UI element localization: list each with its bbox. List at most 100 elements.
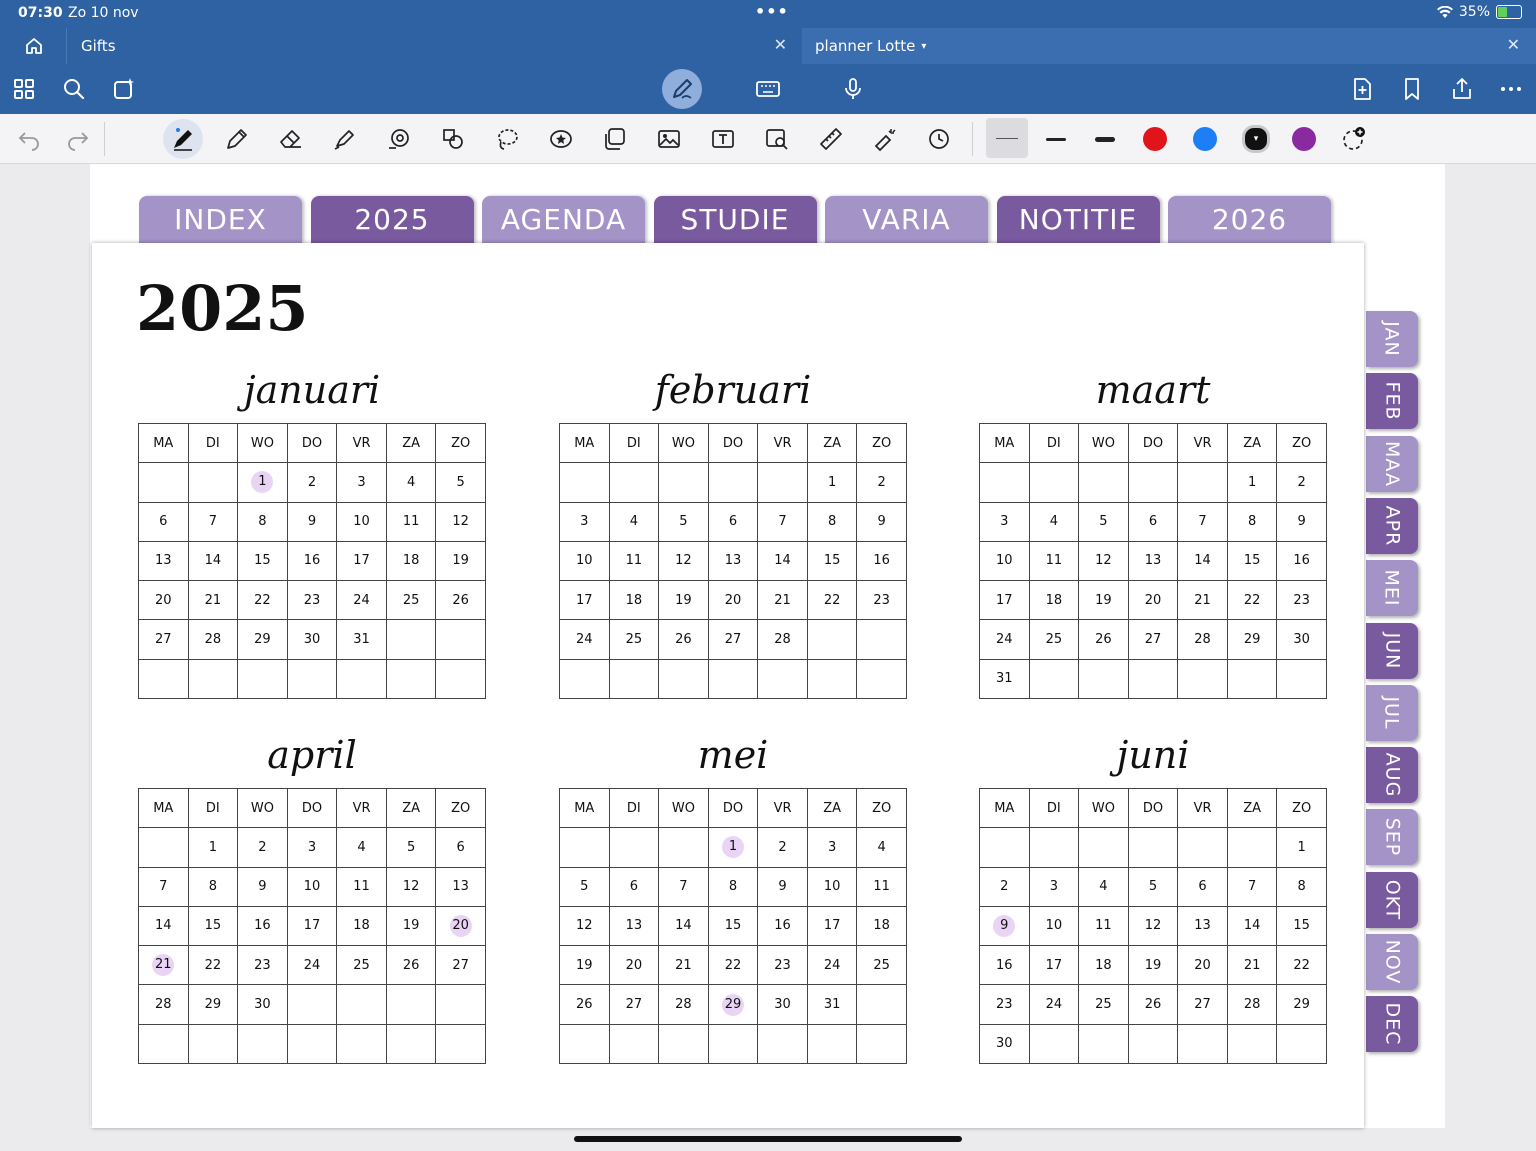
thin-stroke-option[interactable]	[986, 118, 1028, 158]
day-cell[interactable]	[707, 462, 759, 503]
day-cell[interactable]	[707, 658, 759, 700]
day-cell[interactable]: 27	[1127, 619, 1179, 660]
day-cell[interactable]: 4	[385, 462, 437, 503]
day-cell[interactable]: 28	[138, 984, 189, 1025]
day-cell[interactable]: 21	[757, 580, 808, 621]
day-cell[interactable]	[336, 658, 387, 700]
day-cell[interactable]: 10	[286, 866, 338, 907]
month-tab-sep[interactable]: SEP	[1366, 809, 1418, 866]
day-cell[interactable]: 7	[187, 501, 239, 542]
day-cell[interactable]: 15	[187, 905, 239, 947]
day-cell[interactable]: 21	[187, 580, 239, 621]
day-cell[interactable]	[979, 462, 1030, 503]
day-cell[interactable]: 27	[707, 619, 759, 660]
day-cell[interactable]: 13	[1177, 905, 1228, 947]
day-cell[interactable]	[856, 984, 907, 1025]
day-cell[interactable]	[559, 1023, 610, 1065]
day-cell[interactable]: 20	[608, 945, 660, 986]
day-cell[interactable]: 4	[1078, 866, 1129, 907]
day-cell[interactable]: 22	[187, 945, 239, 986]
day-cell[interactable]	[1127, 827, 1179, 868]
month-tab-okt[interactable]: OKT	[1366, 871, 1418, 928]
day-cell[interactable]: 15	[806, 540, 858, 582]
day-cell[interactable]: 16	[237, 905, 288, 947]
day-cell[interactable]: 16	[286, 540, 338, 582]
section-tab-2025[interactable]: 2025	[310, 196, 474, 243]
month-tab-dec[interactable]: DEC	[1366, 996, 1418, 1053]
day-cell[interactable]: 8	[1276, 866, 1327, 907]
day-cell[interactable]: 6	[608, 866, 660, 907]
day-cell[interactable]: 20	[138, 580, 189, 621]
day-cell[interactable]: 16	[856, 540, 907, 582]
search-icon[interactable]	[52, 64, 96, 114]
day-cell[interactable]: 6	[138, 501, 189, 542]
day-cell[interactable]: 20	[1127, 580, 1179, 621]
day-cell[interactable]	[1177, 827, 1228, 868]
day-cell[interactable]: 24	[559, 619, 610, 660]
day-cell[interactable]	[435, 1023, 486, 1065]
day-cell[interactable]	[286, 984, 338, 1025]
day-cell[interactable]: 27	[435, 945, 486, 986]
day-cell[interactable]: 17	[559, 580, 610, 621]
day-cell[interactable]: 27	[608, 984, 660, 1025]
day-cell[interactable]	[1127, 1023, 1179, 1065]
day-cell[interactable]	[187, 1023, 239, 1065]
day-cell[interactable]: 24	[1028, 984, 1080, 1025]
day-cell[interactable]: 23	[856, 580, 907, 621]
day-cell[interactable]: 7	[1177, 501, 1228, 542]
day-cell[interactable]: 20	[435, 905, 486, 947]
day-cell[interactable]: 18	[1028, 580, 1080, 621]
day-cell[interactable]	[1028, 462, 1080, 503]
day-cell[interactable]: 26	[1078, 619, 1129, 660]
home-icon[interactable]	[14, 28, 54, 64]
medium-stroke-option[interactable]	[1036, 119, 1076, 159]
text-tool-icon[interactable]	[703, 119, 743, 159]
day-cell[interactable]	[1226, 827, 1278, 868]
day-cell[interactable]: 9	[237, 866, 288, 907]
day-cell[interactable]	[138, 827, 189, 868]
day-cell[interactable]: 12	[559, 905, 610, 947]
day-cell[interactable]: 3	[979, 501, 1030, 542]
day-cell[interactable]: 6	[707, 501, 759, 542]
day-cell[interactable]: 11	[336, 866, 387, 907]
day-cell[interactable]	[559, 658, 610, 700]
day-cell[interactable]: 17	[979, 580, 1030, 621]
day-cell[interactable]: 14	[757, 540, 808, 582]
day-cell[interactable]: 23	[1276, 580, 1327, 621]
day-cell[interactable]	[608, 462, 660, 503]
day-cell[interactable]	[1177, 1023, 1228, 1065]
day-cell[interactable]	[336, 984, 387, 1025]
day-cell[interactable]: 10	[1028, 905, 1080, 947]
day-cell[interactable]: 14	[187, 540, 239, 582]
day-cell[interactable]: 29	[187, 984, 239, 1025]
day-cell[interactable]: 16	[757, 905, 808, 947]
day-cell[interactable]: 17	[286, 905, 338, 947]
day-cell[interactable]	[806, 1023, 858, 1065]
day-cell[interactable]: 2	[237, 827, 288, 868]
day-cell[interactable]: 19	[1127, 945, 1179, 986]
day-cell[interactable]: 25	[385, 580, 437, 621]
month-tab-mei[interactable]: MEI	[1366, 560, 1418, 617]
day-cell[interactable]: 11	[385, 501, 437, 542]
section-tab-2026[interactable]: 2026	[1168, 196, 1331, 243]
day-cell[interactable]: 30	[237, 984, 288, 1025]
day-cell[interactable]	[1276, 658, 1327, 700]
month-tab-maa[interactable]: MAA	[1366, 435, 1418, 492]
day-cell[interactable]: 1	[1226, 462, 1278, 503]
section-tab-notitie[interactable]: NOTITIE	[996, 196, 1160, 243]
day-cell[interactable]: 18	[608, 580, 660, 621]
day-cell[interactable]	[1127, 658, 1179, 700]
day-cell[interactable]: 28	[187, 619, 239, 660]
day-cell[interactable]: 10	[559, 540, 610, 582]
day-cell[interactable]	[385, 984, 437, 1025]
pencil-tool-icon[interactable]	[217, 119, 257, 159]
day-cell[interactable]	[856, 658, 907, 700]
day-cell[interactable]	[757, 462, 808, 503]
chevron-down-icon[interactable]: ▾	[921, 41, 926, 52]
month-tab-feb[interactable]: FEB	[1366, 373, 1418, 430]
day-cell[interactable]: 24	[336, 580, 387, 621]
day-cell[interactable]: 31	[806, 984, 858, 1025]
day-cell[interactable]: 2	[856, 462, 907, 503]
keyboard-icon[interactable]	[746, 64, 790, 114]
day-cell[interactable]: 29	[1226, 619, 1278, 660]
